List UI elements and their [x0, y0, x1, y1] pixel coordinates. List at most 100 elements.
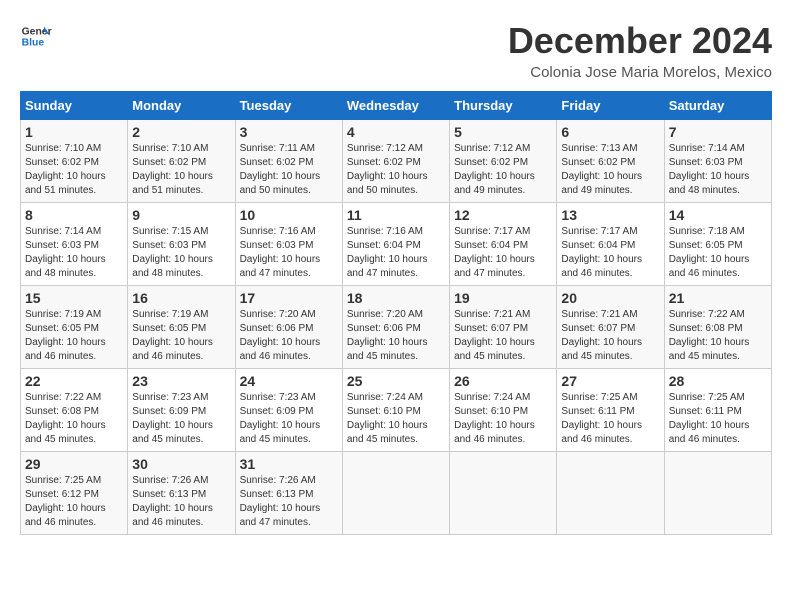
day-info: Sunrise: 7:17 AMSunset: 6:04 PMDaylight:… — [561, 225, 659, 281]
day-info: Sunrise: 7:10 AMSunset: 6:02 PMDaylight:… — [25, 142, 123, 198]
calendar-cell: 14 Sunrise: 7:18 AMSunset: 6:05 PMDayligh… — [664, 203, 771, 286]
calendar-cell: 30 Sunrise: 7:26 AMSunset: 6:13 PMDayligh… — [128, 452, 235, 535]
month-title: December 2024 — [508, 20, 772, 62]
day-number: 1 — [25, 124, 123, 140]
calendar-week-row: 15 Sunrise: 7:19 AMSunset: 6:05 PMDayligh… — [21, 286, 772, 369]
day-number: 16 — [132, 290, 230, 306]
calendar-cell: 12 Sunrise: 7:17 AMSunset: 6:04 PMDayligh… — [450, 203, 557, 286]
day-info: Sunrise: 7:13 AMSunset: 6:02 PMDaylight:… — [561, 142, 659, 198]
day-number: 26 — [454, 373, 552, 389]
calendar-cell: 23 Sunrise: 7:23 AMSunset: 6:09 PMDayligh… — [128, 369, 235, 452]
day-number: 18 — [347, 290, 445, 306]
day-number: 6 — [561, 124, 659, 140]
day-info: Sunrise: 7:11 AMSunset: 6:02 PMDaylight:… — [240, 142, 338, 198]
calendar-cell: 19 Sunrise: 7:21 AMSunset: 6:07 PMDayligh… — [450, 286, 557, 369]
calendar-cell: 31Sunrise: 7:26 AMSunset: 6:13 PMDayligh… — [235, 452, 342, 535]
day-info: Sunrise: 7:21 AMSunset: 6:07 PMDaylight:… — [454, 308, 552, 364]
calendar-cell: 2Sunrise: 7:10 AMSunset: 6:02 PMDaylight… — [128, 120, 235, 203]
calendar-cell: 26Sunrise: 7:24 AMSunset: 6:10 PMDayligh… — [450, 369, 557, 452]
calendar-cell — [342, 452, 449, 535]
day-number: 13 — [561, 207, 659, 223]
day-number: 17 — [240, 290, 338, 306]
calendar-cell: 27 Sunrise: 7:25 AMSunset: 6:11 PMDayligh… — [557, 369, 664, 452]
day-number: 11 — [347, 207, 445, 223]
calendar-cell: 11 Sunrise: 7:16 AMSunset: 6:04 PMDayligh… — [342, 203, 449, 286]
day-number: 30 — [132, 456, 230, 472]
calendar-cell: 20Sunrise: 7:21 AMSunset: 6:07 PMDayligh… — [557, 286, 664, 369]
day-number: 28 — [669, 373, 767, 389]
calendar-table: Sunday Monday Tuesday Wednesday Thursday… — [20, 91, 772, 535]
calendar-cell: 10 Sunrise: 7:16 AMSunset: 6:03 PMDayligh… — [235, 203, 342, 286]
page-header: General Blue December 2024 Colonia Jose … — [20, 20, 772, 81]
title-area: December 2024 Colonia Jose Maria Morelos… — [508, 20, 772, 81]
day-number: 29 — [25, 456, 123, 472]
col-sunday: Sunday — [21, 92, 128, 120]
day-number: 21 — [669, 290, 767, 306]
calendar-week-row: 29Sunrise: 7:25 AMSunset: 6:12 PMDayligh… — [21, 452, 772, 535]
day-info: Sunrise: 7:16 AMSunset: 6:04 PMDaylight:… — [347, 225, 445, 281]
day-info: Sunrise: 7:26 AMSunset: 6:13 PMDaylight:… — [132, 474, 230, 530]
day-number: 10 — [240, 207, 338, 223]
calendar-cell: 29Sunrise: 7:25 AMSunset: 6:12 PMDayligh… — [21, 452, 128, 535]
logo-icon: General Blue — [20, 20, 52, 52]
day-number: 8 — [25, 207, 123, 223]
col-thursday: Thursday — [450, 92, 557, 120]
day-number: 31 — [240, 456, 338, 472]
day-info: Sunrise: 7:10 AMSunset: 6:02 PMDaylight:… — [132, 142, 230, 198]
day-number: 9 — [132, 207, 230, 223]
col-saturday: Saturday — [664, 92, 771, 120]
calendar-cell: 25 Sunrise: 7:24 AMSunset: 6:10 PMDayligh… — [342, 369, 449, 452]
day-info: Sunrise: 7:18 AMSunset: 6:05 PMDaylight:… — [669, 225, 767, 281]
day-info: Sunrise: 7:14 AMSunset: 6:03 PMDaylight:… — [669, 142, 767, 198]
calendar-week-row: 22 Sunrise: 7:22 AMSunset: 6:08 PMDayligh… — [21, 369, 772, 452]
day-number: 25 — [347, 373, 445, 389]
day-info: Sunrise: 7:15 AMSunset: 6:03 PMDaylight:… — [132, 225, 230, 281]
calendar-cell: 4 Sunrise: 7:12 AMSunset: 6:02 PMDaylight… — [342, 120, 449, 203]
calendar-cell: 13 Sunrise: 7:17 AMSunset: 6:04 PMDayligh… — [557, 203, 664, 286]
location-subtitle: Colonia Jose Maria Morelos, Mexico — [508, 64, 772, 81]
day-info: Sunrise: 7:16 AMSunset: 6:03 PMDaylight:… — [240, 225, 338, 281]
day-number: 15 — [25, 290, 123, 306]
day-info: Sunrise: 7:19 AMSunset: 6:05 PMDaylight:… — [132, 308, 230, 364]
day-info: Sunrise: 7:12 AMSunset: 6:02 PMDaylight:… — [347, 142, 445, 198]
day-info: Sunrise: 7:12 AMSunset: 6:02 PMDaylight:… — [454, 142, 552, 198]
day-info: Sunrise: 7:25 AMSunset: 6:11 PMDaylight:… — [669, 391, 767, 447]
day-info: Sunrise: 7:23 AMSunset: 6:09 PMDaylight:… — [132, 391, 230, 447]
day-number: 12 — [454, 207, 552, 223]
day-number: 14 — [669, 207, 767, 223]
day-info: Sunrise: 7:24 AMSunset: 6:10 PMDaylight:… — [347, 391, 445, 447]
calendar-cell: 18 Sunrise: 7:20 AMSunset: 6:06 PMDayligh… — [342, 286, 449, 369]
calendar-cell: 15 Sunrise: 7:19 AMSunset: 6:05 PMDayligh… — [21, 286, 128, 369]
day-info: Sunrise: 7:17 AMSunset: 6:04 PMDaylight:… — [454, 225, 552, 281]
calendar-cell: 5Sunrise: 7:12 AMSunset: 6:02 PMDaylight… — [450, 120, 557, 203]
day-info: Sunrise: 7:19 AMSunset: 6:05 PMDaylight:… — [25, 308, 123, 364]
svg-text:Blue: Blue — [22, 38, 45, 49]
day-info: Sunrise: 7:23 AMSunset: 6:09 PMDaylight:… — [240, 391, 338, 447]
day-number: 22 — [25, 373, 123, 389]
calendar-cell: 16 Sunrise: 7:19 AMSunset: 6:05 PMDayligh… — [128, 286, 235, 369]
day-info: Sunrise: 7:22 AMSunset: 6:08 PMDaylight:… — [669, 308, 767, 364]
col-wednesday: Wednesday — [342, 92, 449, 120]
calendar-cell: 28 Sunrise: 7:25 AMSunset: 6:11 PMDayligh… — [664, 369, 771, 452]
day-info: Sunrise: 7:22 AMSunset: 6:08 PMDaylight:… — [25, 391, 123, 447]
calendar-cell: 1 Sunrise: 7:10 AMSunset: 6:02 PMDaylight… — [21, 120, 128, 203]
day-number: 4 — [347, 124, 445, 140]
calendar-cell: 9 Sunrise: 7:15 AMSunset: 6:03 PMDaylight… — [128, 203, 235, 286]
calendar-cell: 6 Sunrise: 7:13 AMSunset: 6:02 PMDaylight… — [557, 120, 664, 203]
day-number: 23 — [132, 373, 230, 389]
day-number: 24 — [240, 373, 338, 389]
day-number: 20 — [561, 290, 659, 306]
calendar-cell: 21 Sunrise: 7:22 AMSunset: 6:08 PMDayligh… — [664, 286, 771, 369]
col-tuesday: Tuesday — [235, 92, 342, 120]
col-monday: Monday — [128, 92, 235, 120]
day-info: Sunrise: 7:14 AMSunset: 6:03 PMDaylight:… — [25, 225, 123, 281]
day-number: 19 — [454, 290, 552, 306]
day-info: Sunrise: 7:25 AMSunset: 6:11 PMDaylight:… — [561, 391, 659, 447]
day-number: 7 — [669, 124, 767, 140]
day-info: Sunrise: 7:20 AMSunset: 6:06 PMDaylight:… — [347, 308, 445, 364]
day-info: Sunrise: 7:20 AMSunset: 6:06 PMDaylight:… — [240, 308, 338, 364]
day-number: 3 — [240, 124, 338, 140]
calendar-cell: 22 Sunrise: 7:22 AMSunset: 6:08 PMDayligh… — [21, 369, 128, 452]
calendar-cell: 8 Sunrise: 7:14 AMSunset: 6:03 PMDaylight… — [21, 203, 128, 286]
day-number: 27 — [561, 373, 659, 389]
